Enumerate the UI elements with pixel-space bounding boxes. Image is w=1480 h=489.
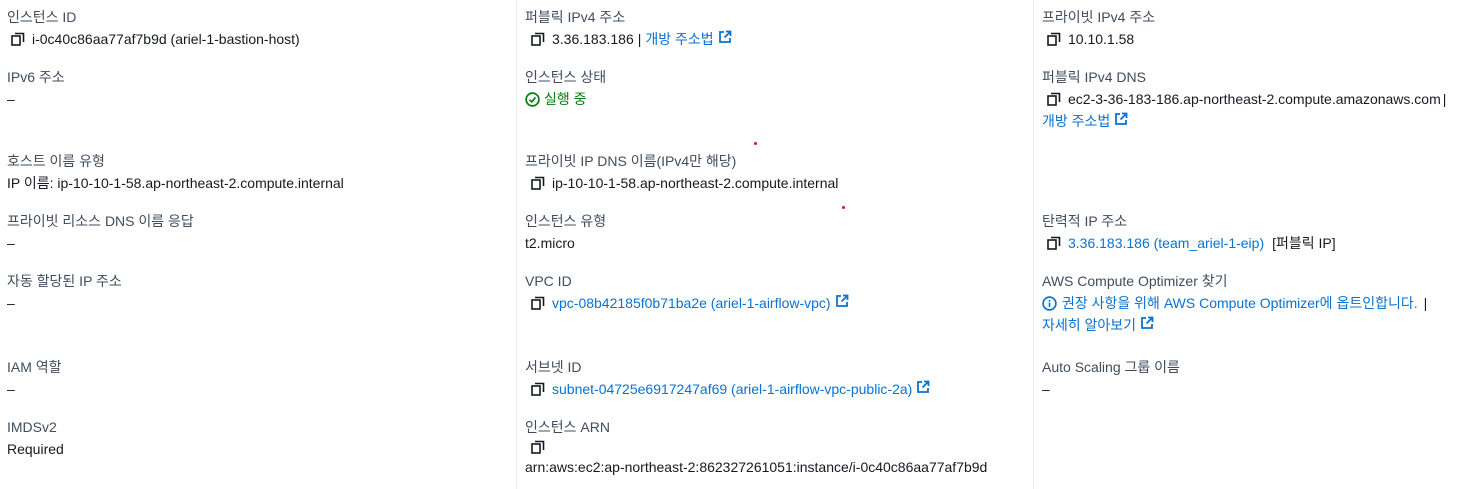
auto-ip-field: 자동 할당된 IP 주소 – [7, 272, 122, 312]
private-dns-answer-field: 프라이빗 리소스 DNS 이름 응답 – [7, 212, 194, 252]
ipv6-field: IPv6 주소 – [7, 68, 65, 108]
external-link-icon[interactable] [1140, 316, 1154, 334]
compute-optimizer-label: AWS Compute Optimizer 찾기 [1042, 273, 1228, 289]
elastic-ip-link[interactable]: 3.36.183.186 (team_ariel-1-eip) [1068, 234, 1264, 252]
compute-optimizer-field: AWS Compute Optimizer 찾기 권장 사항을 위해 AWS C… [1042, 272, 1427, 334]
elastic-ip-label: 탄력적 IP 주소 [1042, 213, 1128, 229]
iam-role-field: IAM 역할 – [7, 358, 62, 398]
public-ipv4-dns-value: ec2-3-36-183-186.ap-northeast-2.compute.… [1068, 91, 1441, 107]
public-ipv4-label: 퍼블릭 IPv4 주소 [525, 9, 626, 25]
subnet-id-field: 서브넷 ID subnet-04725e6917247af69 (ariel-1… [525, 358, 930, 398]
imdsv2-label: IMDSv2 [7, 419, 57, 435]
iam-role-value: – [7, 381, 15, 397]
copy-icon[interactable] [11, 32, 25, 46]
autoscaling-group-field: Auto Scaling 그룹 이름 – [1042, 358, 1180, 398]
instance-arn-label: 인스턴스 ARN [525, 419, 610, 435]
check-circle-icon [525, 91, 540, 107]
instance-state-label: 인스턴스 상태 [525, 69, 607, 85]
iam-role-label: IAM 역할 [7, 359, 62, 375]
instance-arn-field: 인스턴스 ARN arn:aws:ec2:ap-northeast-2:8623… [525, 418, 987, 476]
copy-icon[interactable] [531, 440, 545, 454]
instance-type-field: 인스턴스 유형 t2.micro [525, 212, 606, 252]
public-ipv4-dns-label: 퍼블릭 IPv4 DNS [1042, 69, 1146, 85]
column-middle: 퍼블릭 IPv4 주소 3.36.183.186 | 개방 주소법 인스턴스 상… [516, 0, 1033, 489]
private-ip-dns-value: ip-10-10-1-58.ap-northeast-2.compute.int… [552, 175, 839, 191]
public-ipv4-field: 퍼블릭 IPv4 주소 3.36.183.186 | 개방 주소법 [525, 8, 732, 48]
elastic-ip-field: 탄력적 IP 주소 3.36.183.186 (team_ariel-1-eip… [1042, 212, 1336, 252]
copy-icon[interactable] [531, 296, 545, 310]
column-left: 인스턴스 ID i-0c40c86aa77af7b9d (ariel-1-bas… [0, 0, 515, 489]
separator: | [1442, 91, 1447, 107]
private-dns-answer-value: – [7, 235, 15, 251]
open-address-link[interactable]: 개방 주소법 [645, 30, 713, 48]
instance-id-field: 인스턴스 ID i-0c40c86aa77af7b9d (ariel-1-bas… [7, 8, 300, 48]
public-ipv4-value: 3.36.183.186 [552, 31, 634, 47]
copy-icon[interactable] [1047, 32, 1061, 46]
autoscaling-group-value: – [1042, 381, 1050, 397]
private-ipv4-value: 10.10.1.58 [1068, 31, 1135, 47]
vpc-id-link[interactable]: vpc-08b42185f0b71ba2e (ariel-1-airflow-v… [552, 294, 831, 312]
hostname-type-value: IP 이름: ip-10-10-1-58.ap-northeast-2.comp… [7, 175, 344, 191]
imdsv2-field: IMDSv2 Required [7, 418, 64, 458]
copy-icon[interactable] [531, 176, 545, 190]
imdsv2-value: Required [7, 441, 64, 457]
copy-icon[interactable] [531, 382, 545, 396]
private-ip-dns-field: 프라이빗 IP DNS 이름(IPv4만 해당) ip-10-10-1-58.a… [525, 152, 838, 192]
ipv6-label: IPv6 주소 [7, 69, 65, 85]
red-dot [842, 206, 845, 209]
learn-more-link[interactable]: 자세히 알아보기 [1042, 316, 1136, 334]
auto-ip-value: – [7, 295, 15, 311]
autoscaling-group-label: Auto Scaling 그룹 이름 [1042, 359, 1180, 375]
instance-arn-value: arn:aws:ec2:ap-northeast-2:862327261051:… [525, 459, 988, 475]
instance-state-value: 실행 중 [544, 91, 587, 107]
external-link-icon[interactable] [835, 294, 849, 312]
instance-id-label: 인스턴스 ID [7, 9, 77, 25]
info-icon [1042, 295, 1057, 311]
copy-icon[interactable] [531, 32, 545, 46]
private-dns-answer-label: 프라이빗 리소스 DNS 이름 응답 [7, 213, 194, 229]
vpc-id-label: VPC ID [525, 273, 572, 289]
external-link-icon[interactable] [718, 30, 732, 48]
separator: | [1423, 295, 1428, 311]
elastic-ip-suffix: [퍼블릭 IP] [1272, 235, 1336, 251]
private-ipv4-field: 프라이빗 IPv4 주소 10.10.1.58 [1042, 8, 1155, 48]
vpc-id-field: VPC ID vpc-08b42185f0b71ba2e (ariel-1-ai… [525, 272, 849, 312]
hostname-type-label: 호스트 이름 유형 [7, 153, 105, 169]
external-link-icon[interactable] [1114, 112, 1128, 130]
hostname-type-field: 호스트 이름 유형 IP 이름: ip-10-10-1-58.ap-northe… [7, 152, 344, 192]
red-dot [754, 142, 757, 145]
copy-icon[interactable] [1047, 92, 1061, 106]
auto-ip-label: 자동 할당된 IP 주소 [7, 273, 122, 289]
ipv6-value: – [7, 91, 15, 107]
copy-icon[interactable] [1047, 236, 1061, 250]
separator: | [637, 31, 642, 47]
private-ipv4-label: 프라이빗 IPv4 주소 [1042, 9, 1156, 25]
open-address-link[interactable]: 개방 주소법 [1042, 112, 1110, 130]
instance-id-value: i-0c40c86aa77af7b9d (ariel-1-bastion-hos… [32, 31, 300, 47]
instance-type-label: 인스턴스 유형 [525, 213, 607, 229]
column-right: 프라이빗 IPv4 주소 10.10.1.58 퍼블릭 IPv4 DNS ec2… [1033, 0, 1480, 489]
opt-in-link[interactable]: 권장 사항을 위해 AWS Compute Optimizer에 옵트인합니다. [1062, 294, 1418, 312]
public-ipv4-dns-field: 퍼블릭 IPv4 DNS ec2-3-36-183-186.ap-northea… [1042, 68, 1446, 130]
instance-state-field: 인스턴스 상태 실행 중 [525, 68, 606, 108]
external-link-icon[interactable] [916, 380, 930, 398]
subnet-id-link[interactable]: subnet-04725e6917247af69 (ariel-1-airflo… [552, 380, 912, 398]
private-ip-dns-label: 프라이빗 IP DNS 이름(IPv4만 해당) [525, 153, 737, 169]
instance-type-value: t2.micro [525, 235, 575, 251]
subnet-id-label: 서브넷 ID [525, 359, 582, 375]
